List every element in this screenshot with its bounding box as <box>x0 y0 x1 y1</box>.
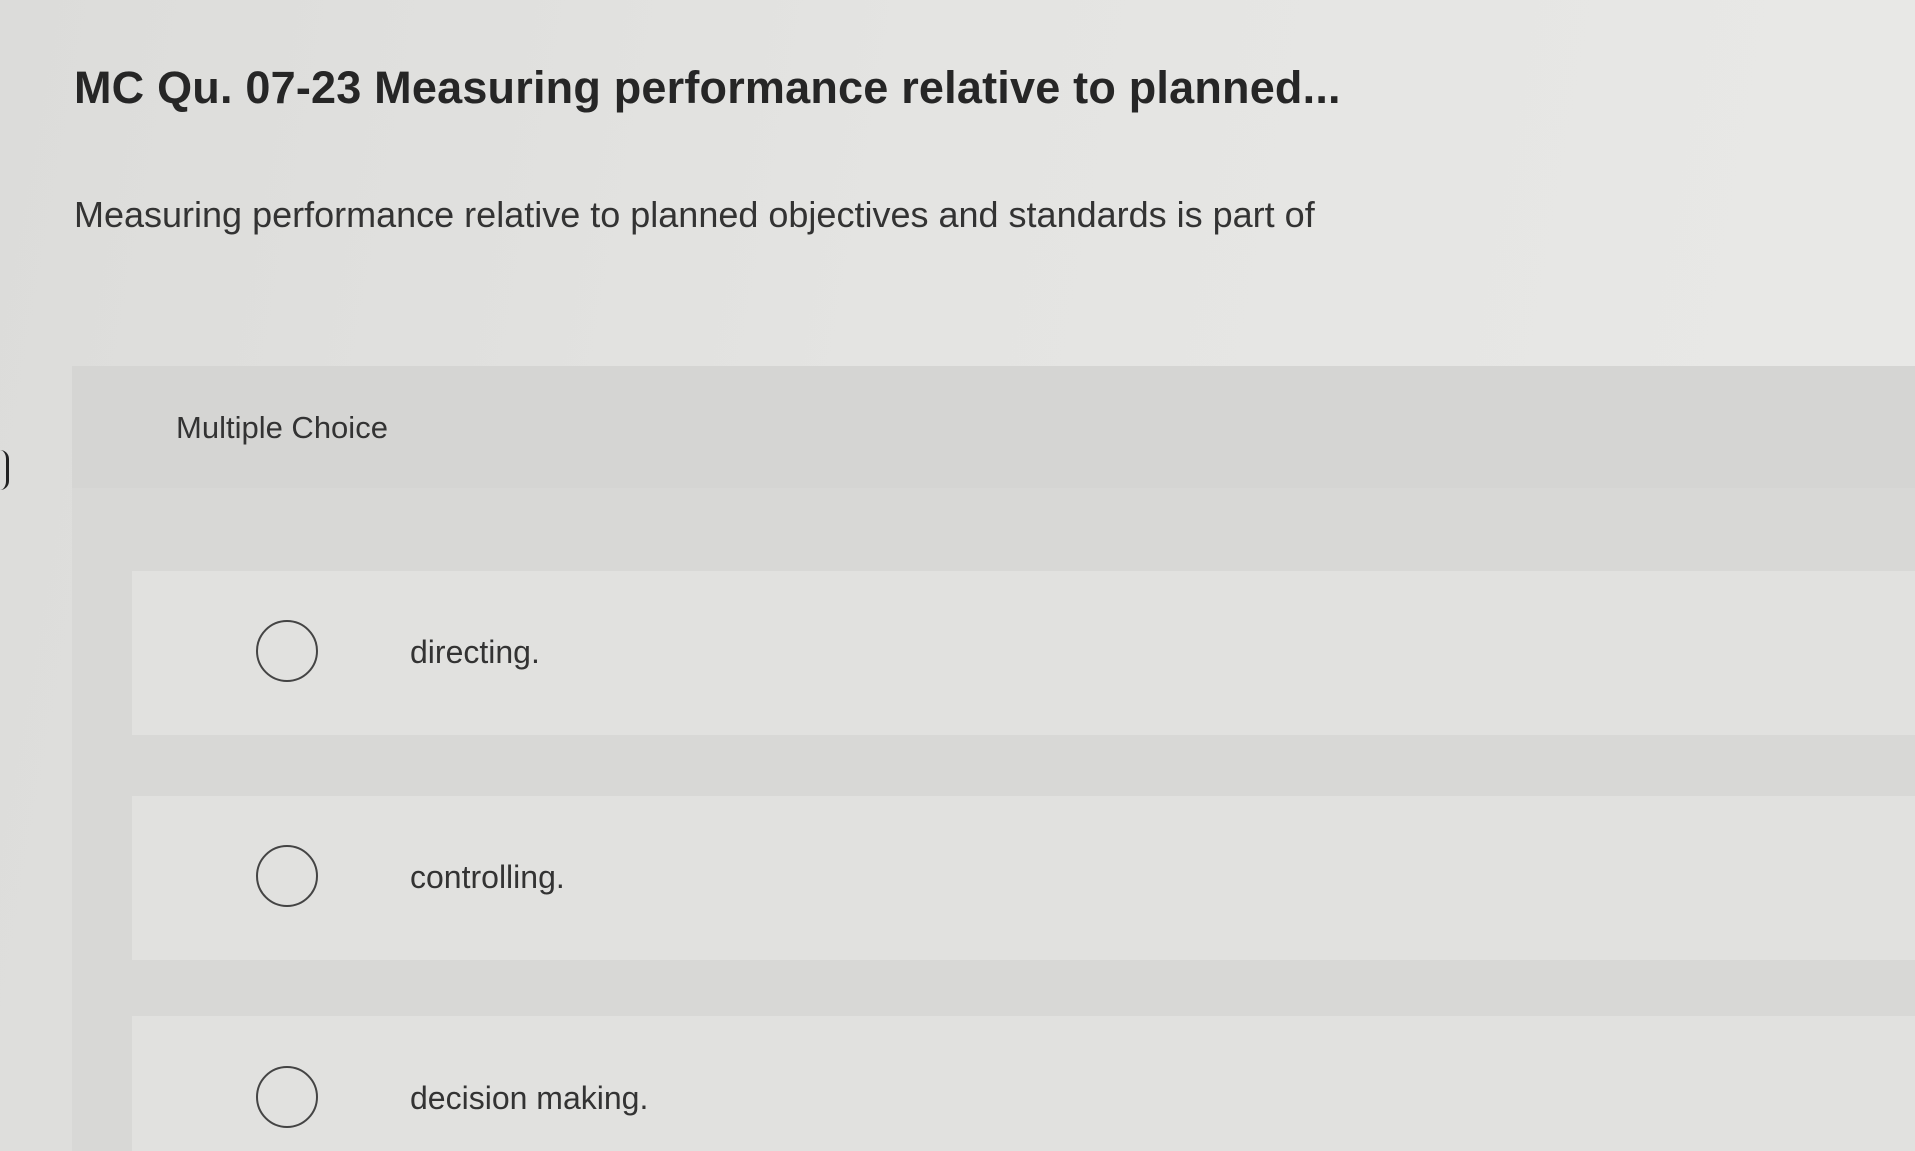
answer-option-controlling[interactable]: controlling. <box>132 796 1915 960</box>
question-type-label: Multiple Choice <box>176 410 388 445</box>
question-title: MC Qu. 07-23 Measuring performance relat… <box>74 62 1341 113</box>
answer-panel: Multiple Choice directing. controlling. … <box>72 366 1915 1151</box>
left-edge-control <box>0 450 9 490</box>
answer-option-label: directing. <box>410 634 540 670</box>
answer-option-label: controlling. <box>410 859 565 895</box>
radio-button-icon[interactable] <box>256 1065 318 1128</box>
answer-option-decision-making[interactable]: decision making. <box>132 1016 1915 1151</box>
radio-button-icon[interactable] <box>256 845 318 907</box>
question-page: MC Qu. 07-23 Measuring performance relat… <box>0 0 1915 1151</box>
answer-option-label: decision making. <box>410 1079 649 1116</box>
answer-option-directing[interactable]: directing. <box>132 571 1915 735</box>
question-prompt: Measuring performance relative to planne… <box>74 194 1315 235</box>
radio-button-icon[interactable] <box>256 620 318 682</box>
answer-panel-header: Multiple Choice <box>72 366 1915 488</box>
